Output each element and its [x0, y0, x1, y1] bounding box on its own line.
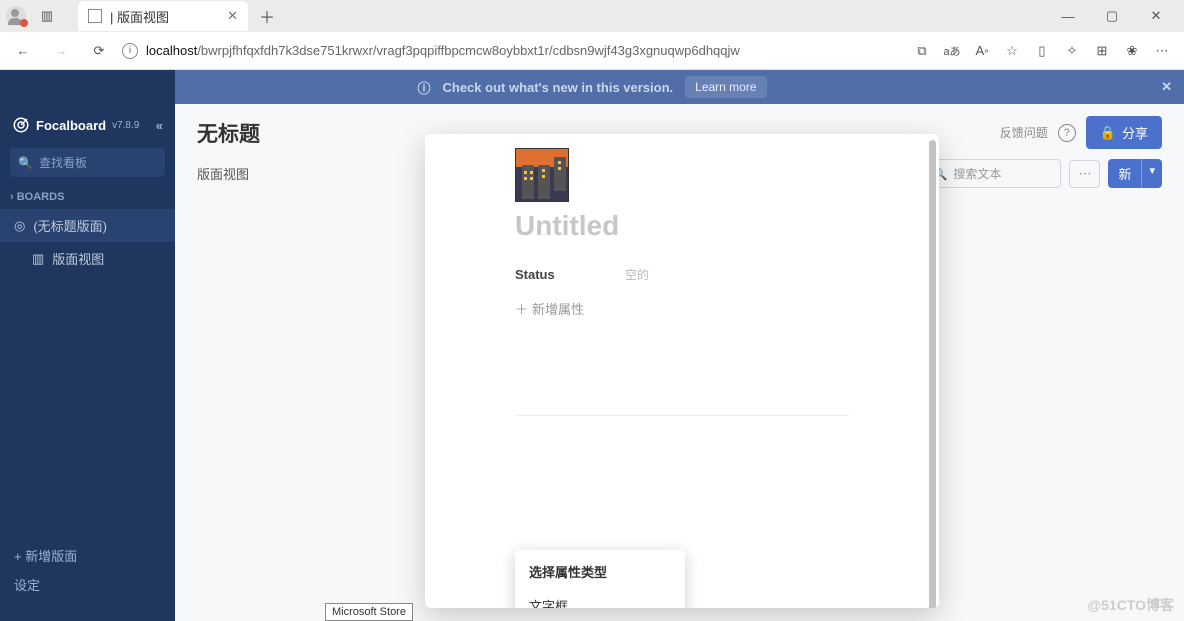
- tab-strip: | 版面视图 ✕ ＋: [78, 1, 282, 31]
- collections-icon[interactable]: ▯: [1028, 37, 1056, 65]
- banner-text: Check out what's new in this version.: [443, 80, 674, 95]
- sidebar-view-name: 版面视图: [52, 249, 104, 268]
- app-name: Focalboard: [36, 118, 106, 133]
- watermark: @51CTO博客: [1087, 595, 1174, 615]
- view-more-button[interactable]: ⋯: [1069, 160, 1100, 188]
- address-bar: ← → ⟳ i localhost/bwrpjfhfqxfdh7k3dse751…: [0, 32, 1184, 70]
- browser-tab[interactable]: | 版面视图 ✕: [78, 1, 248, 31]
- sidebar-bottom: + 新增版面 设定: [0, 533, 175, 621]
- board-title[interactable]: 无标题: [197, 118, 260, 148]
- board-view-icon: ▥: [32, 251, 44, 267]
- addr-right-icons: ⧉ aあ A» ☆ ▯ ✧ ⊞ ❀ ⋯: [908, 37, 1176, 65]
- board-circle-icon: ◎: [14, 218, 25, 234]
- sidebar-board-item[interactable]: ◎ (无标题版面): [0, 209, 175, 242]
- new-card-dropdown-icon[interactable]: ▾: [1141, 159, 1162, 188]
- maximize-icon[interactable]: ▢: [1090, 1, 1134, 31]
- view-name[interactable]: 版面视图: [197, 164, 249, 183]
- search-boards-input[interactable]: 🔍 查找看板: [10, 148, 165, 177]
- card-scrollbar[interactable]: [929, 140, 936, 608]
- close-tab-icon[interactable]: ✕: [227, 8, 238, 24]
- url-host: localhost: [146, 43, 197, 58]
- brand: Focalboard v7.8.9 «: [0, 110, 175, 140]
- property-type-menu: 选择属性类型 文字框 数字 Email 电话号码 URL 选取 多选 日期 个人…: [515, 550, 685, 608]
- learn-more-button[interactable]: Learn more: [685, 76, 766, 98]
- back-icon[interactable]: ←: [8, 36, 38, 66]
- add-board-button[interactable]: + 新增版面: [14, 541, 161, 570]
- main-area: 无标题 反馈问题 ? 🔒 分享 版面视图 🔍 搜索文本 ⋯ 新: [175, 70, 1184, 621]
- info-circle-icon: ⓘ: [417, 78, 430, 97]
- favorites-bar-icon[interactable]: ✧: [1058, 37, 1086, 65]
- card-content: Untitled Status 空的 ＋ 新增属性 选择属性类型 文字框 数字 …: [425, 134, 939, 328]
- share-button[interactable]: 🔒 分享: [1086, 116, 1162, 149]
- whats-new-banner: ⓘ Check out what's new in this version. …: [0, 70, 1184, 104]
- add-property-button[interactable]: ＋ 新增属性: [515, 289, 849, 328]
- settings-button[interactable]: 设定: [14, 570, 161, 599]
- search-text-placeholder: 搜索文本: [953, 165, 1001, 182]
- app-root: ⓘ Check out what's new in this version. …: [0, 70, 1184, 621]
- close-window-icon[interactable]: ✕: [1134, 1, 1178, 31]
- url-field[interactable]: i localhost/bwrpjfhfqxfdh7k3dse751krwxr/…: [122, 43, 900, 59]
- url-path: /bwrpjfhfqxfdh7k3dse751krwxr/vragf3pqpif…: [197, 43, 739, 58]
- sidebar-view-item[interactable]: ▥ 版面视图: [0, 242, 175, 275]
- taskbar-tooltip: Microsoft Store: [325, 603, 413, 621]
- favorite-icon[interactable]: ☆: [998, 37, 1026, 65]
- banner-close-icon[interactable]: ✕: [1161, 79, 1172, 95]
- tab-title: | 版面视图: [110, 7, 169, 26]
- sidebar: Focalboard v7.8.9 « 🔍 查找看板 BOARDS ◎ (无标题…: [0, 70, 175, 621]
- lock-icon: 🔒: [1100, 125, 1116, 141]
- extensions-icon[interactable]: ⊞: [1088, 37, 1116, 65]
- app-version: v7.8.9: [112, 120, 139, 131]
- titlebar-left: ▥ | 版面视图 ✕ ＋: [6, 1, 282, 31]
- window-titlebar: ▥ | 版面视图 ✕ ＋ — ▢ ✕: [0, 0, 1184, 32]
- collapse-sidebar-icon[interactable]: «: [156, 118, 163, 133]
- forward-icon: →: [46, 36, 76, 66]
- share-label: 分享: [1122, 123, 1148, 142]
- tab-favicon: [88, 9, 102, 23]
- read-aloud-icon[interactable]: aあ: [938, 37, 966, 65]
- screenshot-icon[interactable]: ⧉: [908, 37, 936, 65]
- add-property-label: 新增属性: [532, 299, 584, 318]
- info-icon[interactable]: i: [122, 43, 138, 59]
- focalboard-logo-icon: [12, 116, 30, 134]
- search-boards-placeholder: 查找看板: [39, 154, 87, 171]
- minimize-icon[interactable]: —: [1046, 1, 1090, 31]
- text-size-icon[interactable]: A»: [968, 37, 996, 65]
- sidebar-board-name: (无标题版面): [33, 216, 107, 235]
- new-tab-button[interactable]: ＋: [252, 1, 282, 31]
- search-text-input[interactable]: 🔍 搜索文本: [921, 159, 1061, 188]
- property-value[interactable]: 空的: [625, 266, 649, 283]
- divider: [515, 415, 849, 416]
- app-icon[interactable]: ❀: [1118, 37, 1146, 65]
- plus-icon: ＋: [515, 299, 528, 318]
- property-row-status: Status 空的: [515, 260, 849, 289]
- feedback-link[interactable]: 反馈问题: [1000, 124, 1048, 141]
- tab-actions-icon[interactable]: ▥: [32, 1, 62, 31]
- profile-icon[interactable]: [6, 6, 26, 26]
- card-modal: Untitled Status 空的 ＋ 新增属性 选择属性类型 文字框 数字 …: [425, 134, 939, 608]
- refresh-icon[interactable]: ⟳: [84, 36, 114, 66]
- more-icon[interactable]: ⋯: [1148, 37, 1176, 65]
- menu-item-text[interactable]: 文字框: [515, 589, 685, 608]
- menu-header: 选择属性类型: [515, 554, 685, 589]
- search-icon: 🔍: [18, 156, 33, 170]
- property-name[interactable]: Status: [515, 267, 625, 282]
- boards-section-label[interactable]: BOARDS: [0, 185, 175, 209]
- card-title-input[interactable]: Untitled: [515, 210, 849, 242]
- new-card-button[interactable]: 新: [1108, 159, 1141, 188]
- help-icon[interactable]: ?: [1058, 124, 1076, 142]
- card-emoji-icon[interactable]: [515, 148, 569, 202]
